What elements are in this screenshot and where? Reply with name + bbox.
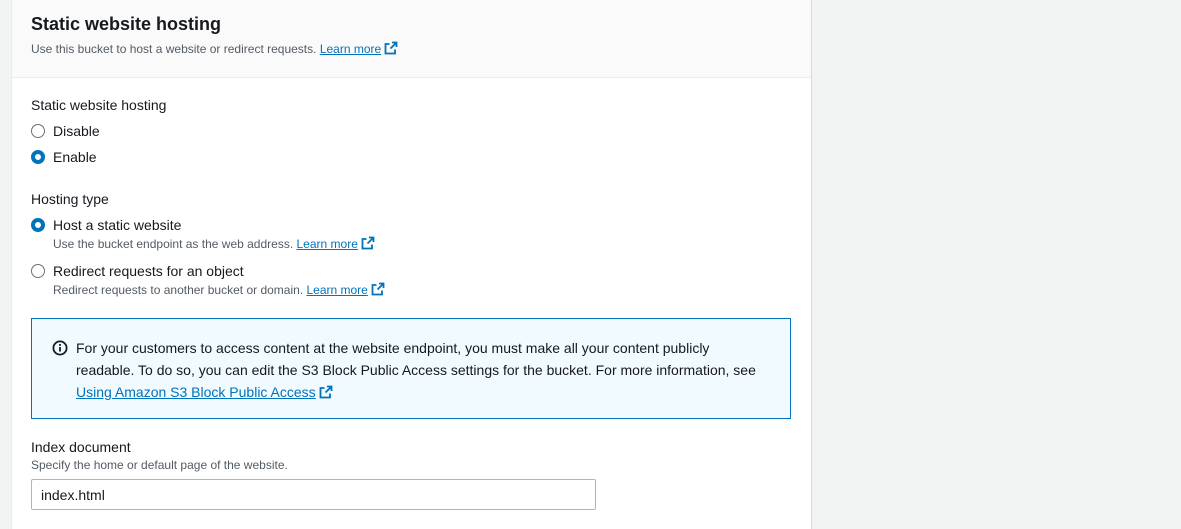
hosting-type-label: Hosting type — [31, 191, 109, 207]
index-document-input[interactable] — [31, 479, 596, 510]
external-link-icon — [361, 236, 375, 250]
radio-button-checked[interactable] — [31, 150, 45, 164]
radio-label: Host a static website — [53, 217, 182, 233]
radio-button[interactable] — [31, 124, 45, 138]
static-hosting-label: Static website hosting — [31, 97, 167, 113]
panel-title: Static website hosting — [31, 14, 222, 34]
radio-redirect-requests[interactable]: Redirect requests for an object — [31, 263, 244, 279]
learn-more-link[interactable]: Learn more — [297, 237, 358, 251]
radio-enable[interactable]: Enable — [31, 149, 97, 165]
radio-description-text: Redirect requests to another bucket or d… — [53, 283, 304, 297]
panel-header: Static website hosting Use this bucket t… — [12, 0, 811, 78]
block-public-access-link[interactable]: Using Amazon S3 Block Public Access — [76, 384, 316, 400]
info-alert: For your customers to access content at … — [31, 318, 791, 419]
radio-description: Redirect requests to another bucket or d… — [53, 282, 385, 297]
external-link-icon — [371, 282, 385, 296]
radio-disable[interactable]: Disable — [31, 123, 100, 139]
external-link-icon — [384, 41, 398, 55]
info-alert-text: For your customers to access content at … — [76, 337, 766, 403]
static-hosting-panel: Static website hosting Use this bucket t… — [11, 0, 812, 529]
index-document-description: Specify the home or default page of the … — [31, 458, 288, 472]
radio-label: Enable — [53, 149, 97, 165]
info-icon — [52, 340, 68, 356]
learn-more-link[interactable]: Learn more — [306, 283, 367, 297]
panel-description: Use this bucket to host a website or red… — [31, 41, 398, 56]
radio-label: Disable — [53, 123, 100, 139]
radio-button[interactable] — [31, 264, 45, 278]
learn-more-link[interactable]: Learn more — [320, 42, 381, 56]
radio-description-text: Use the bucket endpoint as the web addre… — [53, 237, 294, 251]
radio-button-checked[interactable] — [31, 218, 45, 232]
radio-label: Redirect requests for an object — [53, 263, 244, 279]
index-document-label: Index document — [31, 439, 131, 455]
external-link-icon — [319, 385, 333, 399]
radio-host-static-website[interactable]: Host a static website — [31, 217, 181, 233]
radio-description: Use the bucket endpoint as the web addre… — [53, 236, 375, 251]
panel-description-text: Use this bucket to host a website or red… — [31, 42, 317, 56]
info-alert-message: For your customers to access content at … — [76, 340, 756, 378]
